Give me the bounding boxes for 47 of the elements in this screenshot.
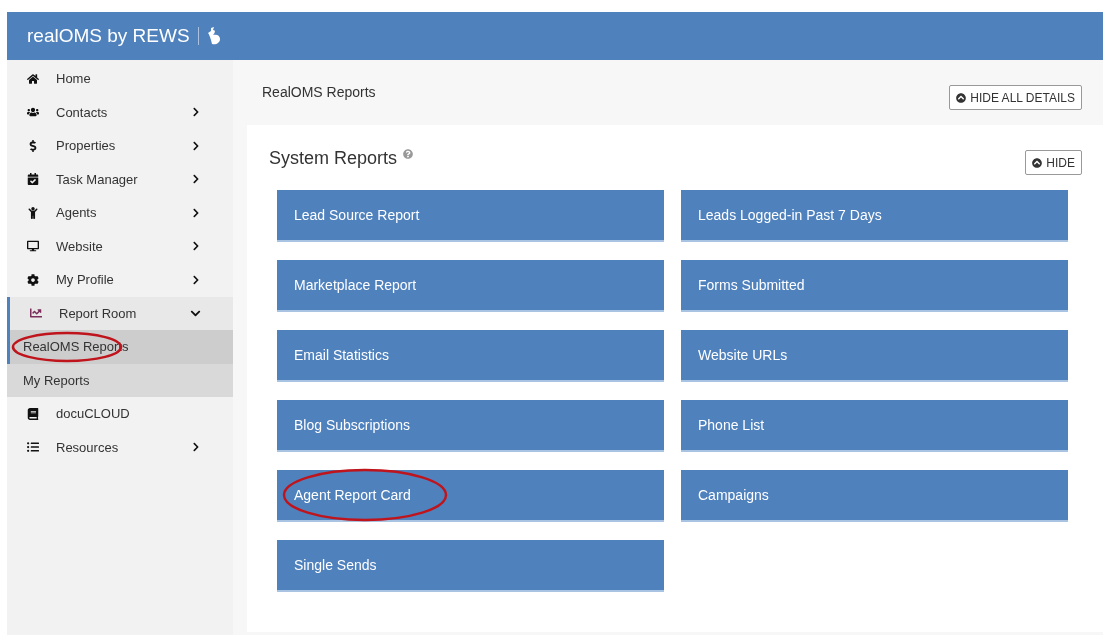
chevron-right-icon (191, 140, 201, 151)
chevron-right-icon (191, 274, 201, 285)
settings-icon (27, 273, 39, 286)
calendar-icon (27, 173, 39, 186)
panel-title: System Reports (269, 147, 398, 170)
chevron-right-icon (191, 207, 201, 218)
sidebar-item[interactable]: Agents (7, 196, 233, 230)
sidebar-item[interactable]: Properties (7, 129, 233, 163)
people-icon (27, 106, 39, 119)
chevron-right-icon (191, 174, 201, 185)
monitor-icon (27, 240, 39, 253)
brand-name: realOMS by REWS (27, 23, 190, 48)
report-button[interactable]: Marketplace Report (277, 260, 664, 312)
sidebar-subitem[interactable]: My Reports (7, 363, 233, 397)
home-icon (27, 72, 39, 85)
report-button[interactable]: Single Sends (277, 540, 664, 592)
sidebar-item[interactable]: docuCLOUD (7, 397, 233, 431)
report-button[interactable]: Leads Logged-in Past 7 Days (681, 190, 1068, 242)
report-button[interactable]: Forms Submitted (681, 260, 1068, 312)
line-chart-icon (30, 307, 42, 320)
report-button[interactable]: Email Statistics (277, 330, 664, 382)
hide-all-details-button[interactable]: HIDE ALL DETAILS (949, 85, 1082, 110)
report-button[interactable]: Campaigns (681, 470, 1068, 522)
sidebar-item[interactable]: Resources (7, 430, 233, 464)
page-title: RealOMS Reports (262, 83, 376, 102)
help-icon (403, 149, 414, 159)
chevron-right-icon (191, 241, 201, 252)
chevron-right-icon (191, 107, 201, 118)
report-button[interactable]: Website URLs (681, 330, 1068, 382)
chevron-up-icon (956, 92, 967, 103)
report-button[interactable]: Blog Subscriptions (277, 400, 664, 452)
report-button[interactable]: Agent Report Card (277, 470, 664, 522)
sidebar-item[interactable]: Home (7, 62, 233, 96)
report-button[interactable]: Lead Source Report (277, 190, 664, 242)
person-icon (27, 206, 39, 219)
list-icon (27, 441, 39, 454)
chevron-up-icon (1032, 157, 1043, 168)
sidebar-item[interactable]: Report Room (7, 296, 233, 330)
report-button[interactable]: Phone List (681, 400, 1068, 452)
sidebar-item[interactable]: Contacts (7, 95, 233, 129)
chevron-right-icon (191, 442, 201, 453)
dollar-icon (27, 139, 39, 152)
sidebar-item[interactable]: Website (7, 229, 233, 263)
hide-button[interactable]: HIDE (1025, 150, 1082, 175)
sidebar-item[interactable]: My Profile (7, 263, 233, 297)
book-icon (27, 407, 39, 420)
sidebar-item[interactable]: Task Manager (7, 162, 233, 196)
